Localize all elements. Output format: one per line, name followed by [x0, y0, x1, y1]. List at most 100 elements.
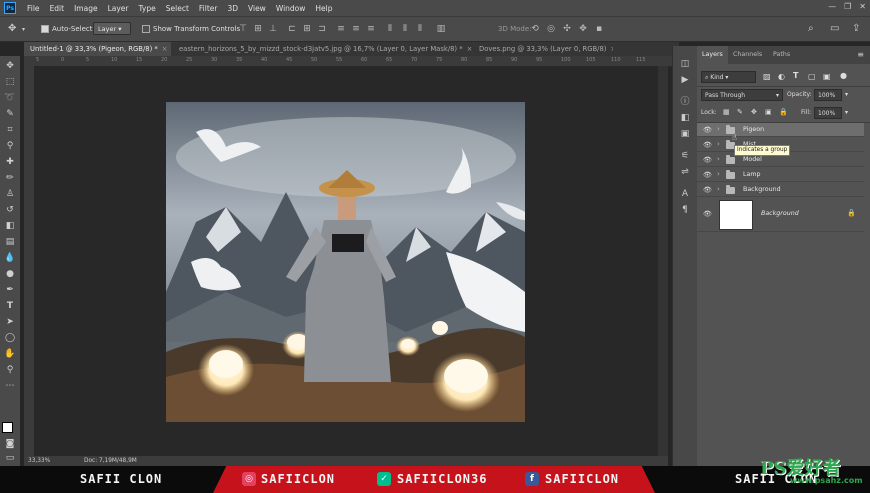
filter-adjustment-icon[interactable]: ◐ — [778, 72, 785, 81]
menu-image[interactable]: Image — [69, 4, 103, 13]
gradient-tool-icon[interactable]: ▤ — [3, 236, 17, 249]
pen-tool-icon[interactable]: ✒ — [3, 284, 17, 297]
expand-chevron-icon[interactable]: › — [717, 125, 720, 133]
distribute-left-icon[interactable]: ⦀ — [385, 24, 395, 34]
document-canvas[interactable] — [166, 102, 525, 422]
foreground-color-swatch[interactable] — [2, 422, 13, 433]
actions-panel-icon[interactable]: ▶ — [679, 74, 691, 86]
show-transform-checkbox[interactable] — [142, 25, 150, 33]
fill-input[interactable]: 100% — [814, 107, 842, 119]
lock-transparent-icon[interactable]: ▦ — [723, 108, 730, 116]
screen-mode-icon[interactable]: ▭ — [3, 452, 17, 465]
distribute-right-icon[interactable]: ⦀ — [415, 24, 425, 34]
expand-chevron-icon[interactable]: › — [717, 140, 720, 148]
clone-source-icon[interactable]: ⇌ — [679, 166, 691, 178]
3d-roll-icon[interactable]: ◎ — [546, 24, 556, 34]
healing-brush-tool-icon[interactable]: ✚ — [3, 156, 17, 169]
tab-layers[interactable]: Layers — [697, 46, 728, 64]
expand-chevron-icon[interactable]: › — [717, 170, 720, 178]
eraser-tool-icon[interactable]: ◧ — [3, 220, 17, 233]
filter-smart-object-icon[interactable]: ▣ — [823, 72, 831, 81]
3d-pan-icon[interactable]: ✣ — [562, 24, 572, 34]
adjustments-panel-icon[interactable]: ▣ — [679, 128, 691, 140]
type-tool-icon[interactable]: T — [3, 300, 17, 313]
align-bottom-icon[interactable]: ⊥ — [268, 24, 278, 34]
lock-image-icon[interactable]: ✎ — [737, 108, 743, 116]
auto-align-icon[interactable]: ▥ — [436, 24, 446, 34]
filter-pixel-icon[interactable]: ▨ — [763, 72, 771, 81]
tab-close-icon[interactable]: × — [610, 45, 613, 53]
layer-filter-dropdown[interactable]: ⌕ Kind ▾ — [701, 71, 756, 83]
panel-menu-icon[interactable]: ≡ — [857, 50, 864, 59]
menu-3d[interactable]: 3D — [222, 4, 243, 13]
menu-edit[interactable]: Edit — [45, 4, 70, 13]
tab-untitled-1[interactable]: Untitled-1 @ 33,3% (Pigeon, RGB/8) * × — [24, 42, 171, 56]
visibility-eye-icon[interactable]: 👁 — [703, 126, 712, 134]
menu-type[interactable]: Type — [134, 4, 161, 13]
align-top-icon[interactable]: ⊤ — [238, 24, 248, 34]
menu-file[interactable]: File — [22, 4, 45, 13]
tab-channels[interactable]: Channels — [728, 46, 767, 64]
move-tool-icon[interactable]: ✥ — [8, 23, 16, 34]
align-center-icon[interactable]: ⊞ — [302, 24, 312, 34]
filter-type-icon[interactable]: T — [793, 71, 798, 80]
align-right-icon[interactable]: ⊐ — [317, 24, 327, 34]
quick-select-tool-icon[interactable]: ✎ — [3, 108, 17, 121]
clone-stamp-tool-icon[interactable]: ♙ — [3, 188, 17, 201]
filter-toggle-icon[interactable]: ● — [840, 71, 847, 80]
brush-tool-icon[interactable]: ✏ — [3, 172, 17, 185]
layer-row-background[interactable]: 👁 Background 🔒 — [697, 198, 864, 232]
auto-select-dropdown[interactable]: Layer ▾ — [93, 22, 131, 35]
close-button[interactable]: ✕ — [859, 2, 866, 11]
tool-preset-chevron-icon[interactable]: ▾ — [22, 26, 25, 33]
opacity-chevron-icon[interactable]: ▾ — [845, 91, 848, 98]
visibility-eye-icon[interactable]: 👁 — [703, 171, 712, 179]
properties-panel-icon[interactable]: ◧ — [679, 112, 691, 124]
blend-mode-dropdown[interactable]: Pass Through ▾ — [701, 89, 783, 101]
eyedropper-tool-icon[interactable]: ⚲ — [3, 140, 17, 153]
align-middle-icon[interactable]: ⊞ — [253, 24, 263, 34]
distribute-middle-icon[interactable]: ≡ — [351, 24, 361, 34]
menu-view[interactable]: View — [243, 4, 271, 13]
info-panel-icon[interactable]: ⓘ — [679, 96, 691, 108]
workspace-icon[interactable]: ▭ — [830, 23, 839, 34]
3d-orbit-icon[interactable]: ⟲ — [530, 24, 540, 34]
more-tools-icon[interactable]: ⋯ — [3, 380, 17, 393]
layer-row-lamp[interactable]: 👁 › Lamp — [697, 168, 864, 182]
visibility-eye-icon[interactable]: 👁 — [703, 186, 712, 194]
marquee-tool-icon[interactable]: ⬚ — [3, 76, 17, 89]
distribute-center-icon[interactable]: ⦀ — [400, 24, 410, 34]
menu-window[interactable]: Window — [271, 4, 311, 13]
lasso-tool-icon[interactable]: ➰ — [3, 92, 17, 105]
visibility-eye-icon[interactable]: 👁 — [703, 156, 712, 164]
filter-shape-icon[interactable]: ▢ — [808, 72, 816, 81]
hand-tool-icon[interactable]: ✋ — [3, 348, 17, 361]
tab-doves[interactable]: Doves.png @ 33,3% (Layer 0, RGB/8)× — [473, 42, 613, 56]
paragraph-panel-icon[interactable]: ¶ — [679, 204, 691, 216]
lock-artboard-icon[interactable]: ▣ — [765, 108, 772, 116]
quick-mask-icon[interactable]: ◙ — [3, 438, 17, 451]
distribute-top-icon[interactable]: ≡ — [336, 24, 346, 34]
shape-tool-icon[interactable]: ◯ — [3, 332, 17, 345]
history-brush-tool-icon[interactable]: ↺ — [3, 204, 17, 217]
lock-all-icon[interactable]: 🔒 — [779, 108, 788, 116]
menu-filter[interactable]: Filter — [194, 4, 223, 13]
expand-chevron-icon[interactable]: › — [717, 155, 720, 163]
history-panel-icon[interactable]: ◫ — [679, 58, 691, 70]
layer-row-background-group[interactable]: 👁 › Background — [697, 183, 864, 197]
crop-tool-icon[interactable]: ⌗ — [3, 124, 17, 137]
tab-paths[interactable]: Paths — [768, 46, 795, 64]
move-tool-icon[interactable]: ✥ — [3, 60, 17, 73]
tab-close-icon[interactable]: × — [467, 45, 473, 53]
menu-help[interactable]: Help — [310, 4, 337, 13]
share-icon[interactable]: ⇪ — [852, 23, 860, 34]
visibility-eye-icon[interactable]: 👁 — [703, 141, 712, 149]
blur-tool-icon[interactable]: 💧 — [3, 252, 17, 265]
distribute-bottom-icon[interactable]: ≡ — [366, 24, 376, 34]
expand-chevron-icon[interactable]: › — [717, 185, 720, 193]
opacity-input[interactable]: 100% — [814, 89, 842, 101]
minimize-button[interactable]: — — [828, 2, 836, 11]
vertical-scrollbar[interactable] — [658, 66, 668, 456]
zoom-level[interactable]: 33,33% — [28, 456, 50, 466]
tab-eastern-horizons[interactable]: eastern_horizons_5_by_mizzd_stock-d3jatv… — [173, 42, 473, 56]
